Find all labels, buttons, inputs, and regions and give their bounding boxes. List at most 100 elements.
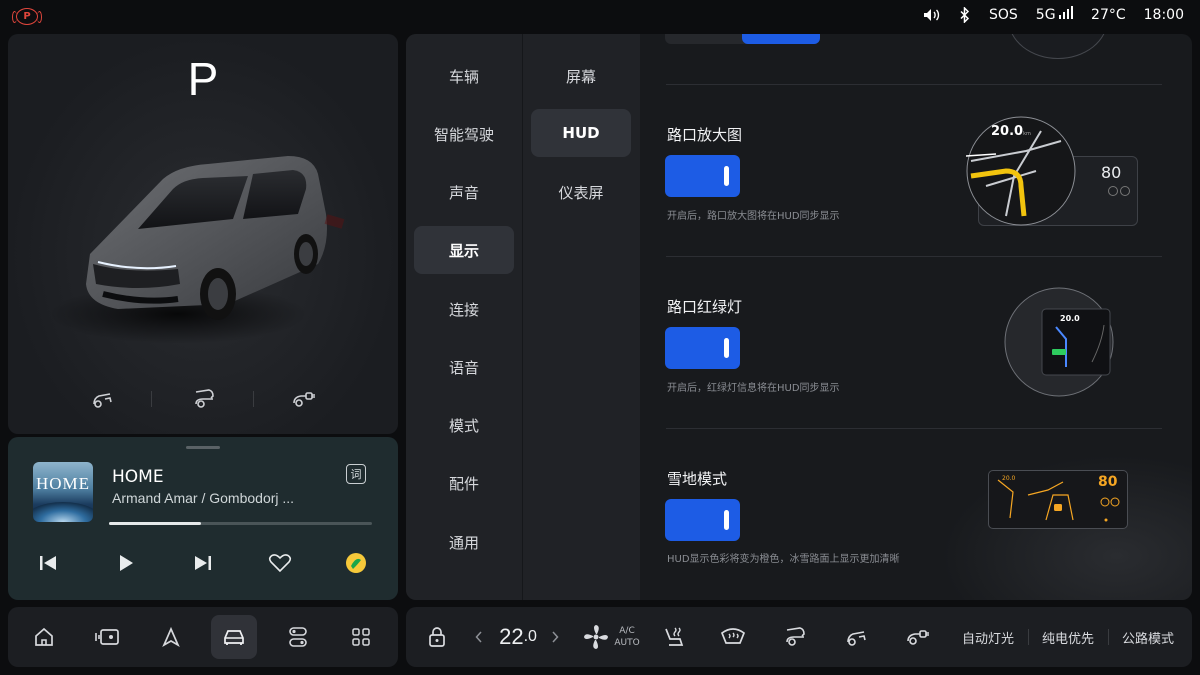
navigation-button[interactable] — [148, 615, 194, 659]
home-icon — [35, 627, 53, 646]
qq-music-icon — [346, 553, 366, 573]
junction-zoom-toggle[interactable] — [665, 155, 740, 197]
sos-button[interactable]: SOS — [989, 7, 1018, 23]
network-label: 5G — [1035, 7, 1056, 23]
trunk-open-button[interactable] — [184, 384, 224, 414]
previous-icon — [40, 556, 56, 570]
car-icon — [224, 630, 244, 645]
outside-temperature: 27°C — [1091, 6, 1126, 23]
nav-instrument-cluster[interactable]: 仪表屏 — [531, 168, 631, 216]
highway-mode-button[interactable]: 公路模式 — [1116, 607, 1180, 667]
snow-mode-speed: 20.0 — [1002, 475, 1016, 482]
traffic-light-preview: 20.0 — [1004, 287, 1114, 397]
fan-icon — [584, 625, 608, 649]
traffic-light-toggle[interactable] — [665, 327, 740, 369]
snow-mode-toggle[interactable] — [665, 499, 740, 541]
chevron-right-icon — [552, 631, 559, 643]
signal-icon — [1058, 6, 1074, 19]
favorite-button[interactable] — [265, 551, 295, 575]
bluetooth-icon[interactable] — [959, 6, 971, 23]
seat-climate-button[interactable] — [658, 607, 688, 667]
snow-mode-description: HUD显示色彩将变为橙色，冰雪路面上显示更加清晰 — [667, 554, 900, 565]
nav-hud[interactable]: HUD — [531, 109, 631, 157]
trunk-icon — [786, 627, 805, 646]
volume-icon[interactable] — [923, 8, 941, 22]
nav-display[interactable]: 显示 — [414, 226, 514, 274]
charge-port-icon — [907, 630, 929, 645]
nav-connection[interactable]: 连接 — [414, 285, 514, 333]
junction-zoom-title: 路口放大图 — [667, 126, 743, 144]
trunk-icon — [195, 389, 214, 408]
frunk-icon — [847, 631, 866, 646]
charge-port-icon — [293, 392, 315, 407]
controls-button[interactable] — [275, 615, 321, 659]
cabin-temperature: 22.0 — [494, 607, 542, 667]
snow-mode-title: 雪地模式 — [667, 470, 728, 488]
network-indicator: 5G — [1035, 6, 1074, 23]
hood-open-button[interactable] — [83, 384, 123, 414]
nav-voice[interactable]: 语音 — [414, 343, 514, 391]
app-dock — [8, 607, 398, 667]
app-grid-icon — [352, 628, 370, 646]
traffic-light-description: 开启后，红绿灯信息将在HUD同步显示 — [667, 383, 840, 394]
junction-zoom-speed: 20.0km — [991, 124, 1031, 139]
next-icon — [195, 556, 211, 570]
auto-lights-button[interactable]: 自动灯光 — [956, 607, 1020, 667]
nav-mode[interactable]: 模式 — [414, 401, 514, 449]
previous-setting-preview — [1008, 34, 1108, 59]
junction-zoom-speed-unit: km — [1023, 131, 1031, 137]
heart-icon — [268, 554, 292, 573]
snow-mode-speed-limit: 80 — [1098, 474, 1118, 490]
temp-down-button[interactable] — [472, 607, 486, 667]
previous-button[interactable] — [33, 551, 63, 575]
surround-view-icon — [95, 629, 119, 645]
auto-label: AUTO — [614, 638, 640, 648]
nav-vehicle[interactable]: 车辆 — [414, 52, 514, 100]
lock-icon — [429, 627, 445, 647]
temp-up-button[interactable] — [548, 607, 562, 667]
cabin-temperature-value: 22 — [499, 624, 524, 649]
car-image — [86, 156, 345, 320]
traffic-light-speed: 20.0 — [1060, 314, 1080, 323]
previous-setting-toggle[interactable] — [665, 34, 820, 44]
parking-brake-icon: P — [12, 8, 42, 25]
fan-button[interactable] — [581, 607, 611, 667]
next-button[interactable] — [188, 551, 218, 575]
nav-screen[interactable]: 屏幕 — [531, 52, 631, 100]
progress-bar[interactable] — [109, 522, 372, 525]
settings-secondary-nav: 屏幕 HUD 仪表屏 — [522, 34, 640, 600]
lock-button[interactable] — [424, 607, 450, 667]
ev-priority-button[interactable]: 纯电优先 — [1036, 607, 1100, 667]
media-player: HOME HOME Armand Amar / Gombodorj ... 词 — [8, 437, 398, 600]
nav-general[interactable]: 通用 — [414, 518, 514, 566]
traffic-light-hud — [1004, 287, 1114, 397]
defrost-button[interactable] — [718, 607, 748, 667]
vehicle-settings-button[interactable] — [211, 615, 257, 659]
cabin-temperature-decimal: .0 — [523, 628, 537, 645]
camera-view-button[interactable] — [84, 615, 130, 659]
play-icon — [120, 555, 133, 571]
album-art[interactable]: HOME — [33, 462, 93, 522]
nav-smart-driving[interactable]: 智能驾驶 — [414, 110, 514, 158]
status-bar: P SOS 5G 27°C 18:00 — [0, 0, 1200, 32]
junction-zoom-preview: 80 20.0km — [966, 116, 1148, 228]
ac-label: A/C — [619, 626, 635, 636]
home-button[interactable] — [21, 615, 67, 659]
apps-button[interactable] — [338, 615, 384, 659]
drag-handle[interactable] — [186, 446, 220, 449]
nav-accessories[interactable]: 配件 — [414, 459, 514, 507]
music-app-button[interactable] — [341, 551, 371, 575]
hud-settings-content: 路口放大图 开启后，路口放大图将在HUD同步显示 80 20.0km 路口红绿灯… — [640, 34, 1192, 600]
junction-zoom-description: 开启后，路口放大图将在HUD同步显示 — [667, 211, 840, 222]
dock-trunk-button[interactable] — [780, 607, 810, 667]
lyrics-button[interactable]: 词 — [346, 464, 366, 484]
dock-frunk-button[interactable] — [842, 607, 872, 667]
ac-auto-button[interactable]: A/C AUTO — [614, 607, 640, 667]
charge-port-button[interactable] — [284, 384, 324, 414]
dock-charge-port-button[interactable] — [902, 607, 934, 667]
snow-mode-preview: 20.0 80 — [940, 454, 1192, 600]
chevron-left-icon — [475, 631, 482, 643]
nav-sound[interactable]: 声音 — [414, 168, 514, 216]
play-button[interactable] — [111, 551, 141, 575]
clock: 18:00 — [1143, 6, 1184, 23]
